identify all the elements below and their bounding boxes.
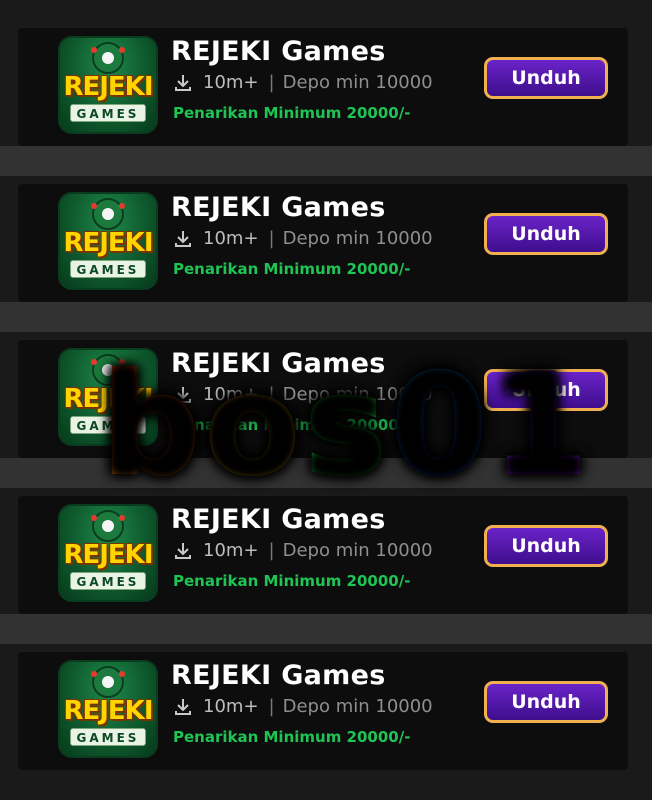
withdraw-min: Penarikan Minimum 20000/- [173,572,411,590]
list-separator [0,614,652,644]
icon-rejeki-word: REJEKI [63,696,153,726]
meta-divider: | [268,540,275,561]
download-count: 10m+ [203,540,259,561]
download-button[interactable]: Unduh [484,681,608,723]
app-card[interactable]: REJEKI GAMES REJEKI Games 10m+ | Depo mi… [18,184,628,302]
deposit-min: Depo min 10000 [282,384,433,405]
deposit-min: Depo min 10000 [282,72,433,93]
download-button[interactable]: Unduh [484,57,608,99]
app-card[interactable]: REJEKI GAMES REJEKI Games 10m+ | Depo mi… [18,652,628,770]
app-title[interactable]: REJEKI Games [171,504,386,535]
meta-divider: | [268,228,275,249]
icon-games-word: GAMES [70,104,146,122]
download-button[interactable]: Unduh [484,213,608,255]
withdraw-min: Penarikan Minimum 20000/- [173,260,411,278]
app-title[interactable]: REJEKI Games [171,36,386,67]
app-meta: 10m+ | Depo min 10000 [173,228,433,249]
list-separator [0,302,652,332]
app-title[interactable]: REJEKI Games [171,348,386,379]
meta-divider: | [268,696,275,717]
icon-rejeki-word: REJEKI [63,228,153,258]
download-icon [175,542,191,559]
icon-rejeki-word: REJEKI [63,540,153,570]
icon-games-word: GAMES [70,260,146,278]
rejeki-games-logo-icon[interactable]: REJEKI GAMES [58,504,158,602]
app-card[interactable]: REJEKI GAMES REJEKI Games 10m+ | Depo mi… [18,340,628,458]
icon-rejeki-word: REJEKI [63,72,153,102]
app-title[interactable]: REJEKI Games [171,660,386,691]
icon-rejeki-word: REJEKI [63,384,153,414]
app-list: REJEKI GAMES REJEKI Games 10m+ | Depo mi… [0,0,652,800]
download-button[interactable]: Unduh [484,525,608,567]
download-count: 10m+ [203,228,259,249]
icon-games-word: GAMES [70,728,146,746]
download-icon [175,74,191,91]
rejeki-games-logo-icon[interactable]: REJEKI GAMES [58,348,158,446]
list-separator [0,146,652,176]
app-meta: 10m+ | Depo min 10000 [173,72,433,93]
withdraw-min: Penarikan Minimum 20000/- [173,104,411,122]
download-icon [175,386,191,403]
deposit-min: Depo min 10000 [282,696,433,717]
meta-divider: | [268,72,275,93]
withdraw-min: Penarikan Minimum 20000/- [173,728,411,746]
app-card[interactable]: REJEKI GAMES REJEKI Games 10m+ | Depo mi… [18,496,628,614]
withdraw-min: Penarikan Minimum 20000/- [173,416,411,434]
download-icon [175,698,191,715]
download-count: 10m+ [203,384,259,405]
meta-divider: | [268,384,275,405]
rejeki-games-logo-icon[interactable]: REJEKI GAMES [58,660,158,758]
app-meta: 10m+ | Depo min 10000 [173,696,433,717]
icon-games-word: GAMES [70,572,146,590]
download-icon [175,230,191,247]
list-separator [0,458,652,488]
app-card[interactable]: REJEKI GAMES REJEKI Games 10m+ | Depo mi… [18,28,628,146]
rejeki-games-logo-icon[interactable]: REJEKI GAMES [58,192,158,290]
deposit-min: Depo min 10000 [282,228,433,249]
rejeki-games-logo-icon[interactable]: REJEKI GAMES [58,36,158,134]
icon-games-word: GAMES [70,416,146,434]
app-title[interactable]: REJEKI Games [171,192,386,223]
download-count: 10m+ [203,696,259,717]
download-count: 10m+ [203,72,259,93]
download-button[interactable]: Unduh [484,369,608,411]
deposit-min: Depo min 10000 [282,540,433,561]
app-meta: 10m+ | Depo min 10000 [173,540,433,561]
app-meta: 10m+ | Depo min 10000 [173,384,433,405]
